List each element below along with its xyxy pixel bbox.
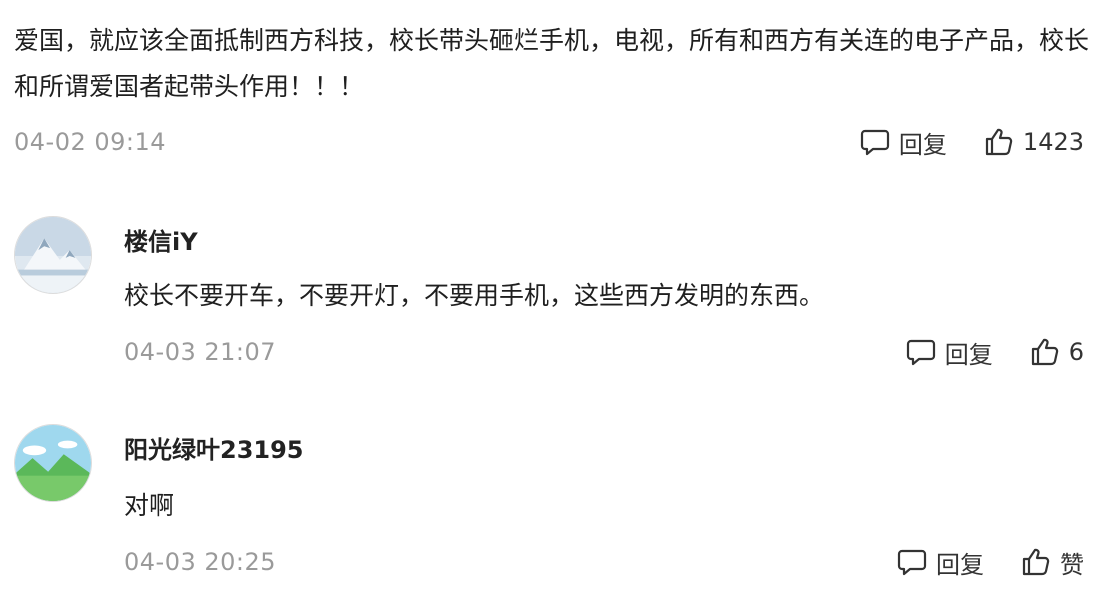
reply-button[interactable]: 回复	[896, 545, 984, 580]
comment-text: 对啊	[124, 491, 175, 520]
comment-actions: 回复 6	[905, 335, 1084, 370]
username[interactable]: 楼信iY	[124, 222, 198, 257]
reply-label: 回复	[944, 340, 993, 369]
thumbs-up-icon	[1020, 546, 1052, 578]
comment-meta: 04-03 20:25 回复 赞	[124, 542, 1084, 582]
comment-meta: 04-02 09:14 回复 1423	[14, 122, 1084, 162]
comment-actions: 回复 1423	[859, 125, 1084, 160]
like-button[interactable]: 1423	[983, 126, 1084, 158]
username[interactable]: 阳光绿叶23195	[124, 430, 304, 465]
comment-text: 校长不要开车，不要开灯，不要用手机，这些西方发明的东西。	[124, 281, 825, 310]
comment-bubble-icon	[859, 126, 891, 158]
avatar[interactable]	[14, 424, 92, 502]
like-button[interactable]: 赞	[1020, 545, 1084, 580]
like-count: 6	[1068, 338, 1084, 366]
reply-button[interactable]: 回复	[905, 335, 993, 370]
reply-label: 回复	[898, 130, 947, 159]
avatar[interactable]	[14, 216, 92, 294]
comment-bubble-icon	[905, 336, 937, 368]
comment-list: 爱国，就应该全面抵制西方科技，校长带头砸烂手机，电视，所有和西方有关连的电子产品…	[0, 0, 1120, 600]
comment-timestamp: 04-02 09:14	[14, 128, 167, 156]
comment-bubble-icon	[896, 546, 928, 578]
reply-label: 回复	[936, 550, 984, 579]
comment-text: 爱国，就应该全面抵制西方科技，校长带头砸烂手机，电视，所有和西方有关连的电子产品…	[14, 26, 1090, 101]
like-button[interactable]: 6	[1029, 336, 1084, 368]
like-label: 赞	[1060, 550, 1084, 579]
comment-actions: 回复 赞	[896, 545, 1084, 580]
thumbs-up-icon	[983, 126, 1015, 158]
green-hills-avatar-icon	[15, 425, 91, 501]
comment-timestamp: 04-03 20:25	[124, 548, 277, 576]
comment-meta: 04-03 21:07 回复 6	[124, 332, 1084, 372]
comment-timestamp: 04-03 21:07	[124, 338, 277, 366]
snow-mountain-avatar-icon	[15, 217, 91, 293]
like-count: 1423	[1022, 128, 1084, 156]
reply-button[interactable]: 回复	[859, 125, 947, 160]
thumbs-up-icon	[1029, 336, 1061, 368]
